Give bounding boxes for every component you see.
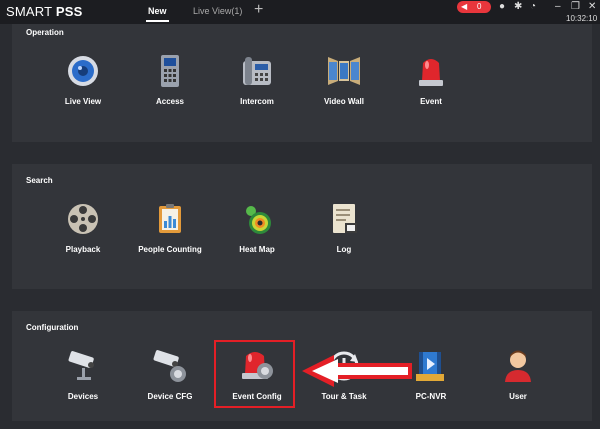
tile-video-wall[interactable]: Video Wall (299, 53, 389, 106)
speaker-icon: ◀ (461, 2, 468, 11)
alarm-badge[interactable]: ◀ 0 (457, 1, 491, 13)
gear-icon[interactable]: ✱ (514, 1, 522, 12)
video-wall-icon (326, 53, 362, 89)
app-title: SMART PSS (6, 4, 83, 19)
user-icon[interactable]: ● (499, 1, 505, 12)
heat-map-icon (239, 201, 275, 237)
annotation-arrow (302, 355, 412, 387)
close-icon[interactable]: ✕ (588, 1, 596, 12)
tile-people-counting[interactable]: People Counting (125, 201, 215, 254)
section-title-configuration: Configuration (26, 323, 79, 332)
gauge-icon[interactable]: ◔ (530, 1, 536, 12)
title-bar: SMART PSS New Live View(1) + ◀ 0 ● ✱ ◔ –… (0, 0, 600, 24)
log-icon (326, 201, 362, 237)
tile-live-view[interactable]: Live View (38, 53, 128, 106)
user-icon (500, 348, 536, 384)
event-icon (413, 53, 449, 89)
tile-event[interactable]: Event (386, 53, 476, 106)
playback-icon (65, 201, 101, 237)
clock: 10:32:10 (566, 14, 598, 23)
device-cfg-icon (152, 348, 188, 384)
tile-heat-map[interactable]: Heat Map (212, 201, 302, 254)
pc-nvr-icon (413, 348, 449, 384)
devices-icon (65, 348, 101, 384)
tab-new[interactable]: New (146, 6, 168, 22)
tab-live-view[interactable]: Live View(1) (193, 6, 242, 16)
live-view-icon (65, 53, 101, 89)
tile-playback[interactable]: Playback (38, 201, 128, 254)
tile-intercom[interactable]: Intercom (212, 53, 302, 106)
people-counting-icon (152, 201, 188, 237)
minimize-icon[interactable]: – (555, 1, 561, 12)
tile-device-cfg[interactable]: Device CFG (125, 348, 215, 401)
tile-user[interactable]: User (473, 348, 563, 401)
restore-icon[interactable]: ❐ (571, 1, 580, 12)
tile-log[interactable]: Log (299, 201, 389, 254)
alarm-count: 0 (477, 2, 482, 11)
tile-access[interactable]: Access (125, 53, 215, 106)
highlight-box (214, 340, 295, 408)
add-tab-icon[interactable]: + (254, 2, 263, 18)
section-title-operation: Operation (26, 28, 64, 37)
tile-devices[interactable]: Devices (38, 348, 128, 401)
intercom-icon (239, 53, 275, 89)
access-icon (152, 53, 188, 89)
section-title-search: Search (26, 176, 53, 185)
